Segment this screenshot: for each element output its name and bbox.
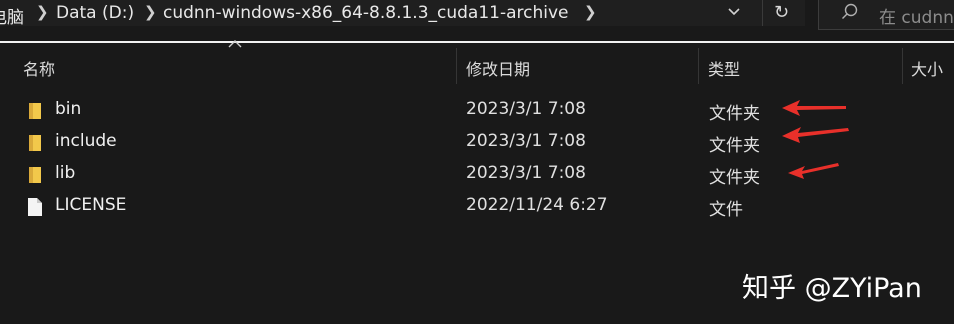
breadcrumb-this-pc[interactable]: 电脑 bbox=[0, 3, 24, 28]
chevron-right-icon[interactable]: ❯ bbox=[584, 3, 597, 21]
file-type: 文件夹 bbox=[709, 104, 760, 124]
breadcrumb-cudnn-folder[interactable]: cudnn-windows-x86_64-8.8.1.3_cuda11-arch… bbox=[163, 3, 569, 23]
toolbar-divider bbox=[762, 0, 763, 26]
folder-icon bbox=[29, 103, 41, 119]
file-name[interactable]: LICENSE bbox=[55, 195, 126, 215]
column-divider[interactable] bbox=[698, 48, 699, 84]
file-name[interactable]: lib bbox=[55, 163, 75, 183]
file-type: 文件 bbox=[709, 200, 743, 220]
file-icon bbox=[28, 198, 42, 216]
column-header-type[interactable]: 类型 bbox=[708, 56, 740, 80]
folder-icon bbox=[29, 167, 41, 183]
toolbar-separator bbox=[0, 41, 954, 43]
chevron-right-icon[interactable]: ❯ bbox=[36, 3, 49, 21]
chevron-down-icon[interactable] bbox=[727, 6, 749, 20]
column-divider[interactable] bbox=[456, 48, 457, 84]
search-input[interactable]: 在 cudnn bbox=[818, 0, 954, 30]
chevron-right-icon[interactable]: ❯ bbox=[144, 3, 157, 21]
column-header-size[interactable]: 大小 bbox=[911, 56, 943, 80]
file-type: 文件夹 bbox=[709, 168, 760, 188]
file-row-license[interactable]: LICENSE 2022/11/24 6:27 文件 bbox=[0, 190, 954, 222]
column-header-name[interactable]: 名称 bbox=[23, 56, 55, 80]
search-placeholder: 在 cudnn bbox=[879, 8, 954, 28]
search-icon bbox=[842, 3, 858, 19]
file-name[interactable]: include bbox=[55, 131, 117, 151]
address-bar[interactable]: 电脑 ❯ Data (D:) ❯ cudnn-windows-x86_64-8.… bbox=[0, 0, 805, 28]
file-row-lib[interactable]: lib 2023/3/1 7:08 文件夹 bbox=[0, 158, 954, 190]
file-modified: 2022/11/24 6:27 bbox=[466, 195, 608, 215]
refresh-icon[interactable]: ↻ bbox=[774, 2, 789, 23]
file-modified: 2023/3/1 7:08 bbox=[466, 163, 586, 183]
folder-icon bbox=[29, 135, 41, 151]
file-row-bin[interactable]: bin 2023/3/1 7:08 文件夹 bbox=[0, 94, 954, 126]
file-name[interactable]: bin bbox=[55, 99, 81, 119]
file-row-include[interactable]: include 2023/3/1 7:08 文件夹 bbox=[0, 126, 954, 158]
column-header-modified[interactable]: 修改日期 bbox=[466, 56, 530, 80]
file-type: 文件夹 bbox=[709, 136, 760, 156]
sort-ascending-icon[interactable] bbox=[228, 40, 242, 48]
file-modified: 2023/3/1 7:08 bbox=[466, 99, 586, 119]
watermark-text: 知乎 @ZYiPan bbox=[742, 273, 922, 304]
column-header: 名称 修改日期 类型 大小 bbox=[0, 48, 954, 84]
file-modified: 2023/3/1 7:08 bbox=[466, 131, 586, 151]
breadcrumb-data-drive[interactable]: Data (D:) bbox=[56, 3, 134, 23]
column-divider[interactable] bbox=[902, 48, 903, 84]
